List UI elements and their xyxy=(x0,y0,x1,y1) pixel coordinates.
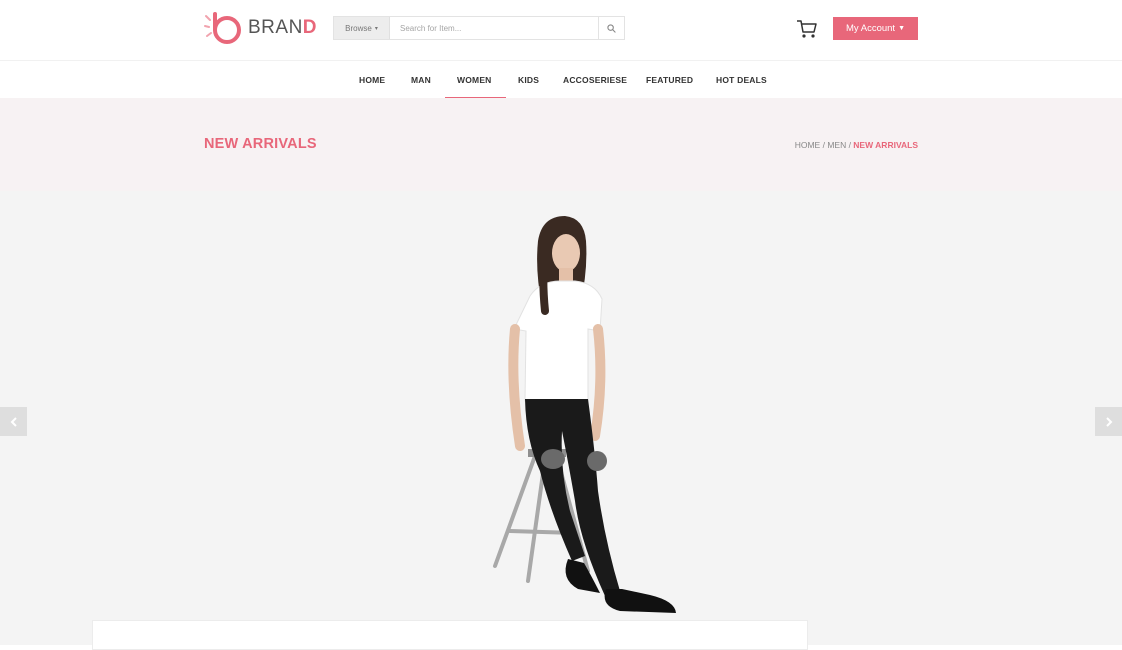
brand-logo[interactable]: BRAND xyxy=(204,10,317,46)
my-account-label: My Account xyxy=(845,23,896,34)
browse-label: Browse xyxy=(345,23,372,33)
nav-item-home[interactable]: HOME xyxy=(359,61,385,99)
nav-item-women[interactable]: WOMEN xyxy=(457,61,492,99)
breadcrumb-men[interactable]: MEN xyxy=(827,140,846,150)
main-nav: HOME MAN WOMEN KIDS ACCOSERIESE FEATURED… xyxy=(0,60,1122,99)
caret-down-icon: ▼ xyxy=(898,25,906,32)
brand-logo-icon xyxy=(204,12,241,44)
breadcrumb-home[interactable]: HOME xyxy=(795,140,821,150)
my-account-button[interactable]: My Account ▼ xyxy=(833,17,918,40)
top-bar: BRAND Browse ▾ My Account ▼ xyxy=(0,0,1122,60)
model-photo xyxy=(493,216,676,613)
nav-item-man[interactable]: MAN xyxy=(411,61,431,99)
search-input[interactable] xyxy=(390,17,598,39)
slider-prev-button[interactable] xyxy=(0,407,27,436)
slider-next-button[interactable] xyxy=(1095,407,1122,436)
browse-dropdown[interactable]: Browse ▾ xyxy=(334,17,390,39)
nav-item-featured[interactable]: FEATURED xyxy=(646,61,693,99)
nav-item-accessories[interactable]: ACCOSERIESE xyxy=(563,61,627,99)
chevron-right-icon xyxy=(1105,416,1112,427)
product-slider xyxy=(0,191,1122,650)
nav-item-hot-deals[interactable]: HOT DEALS xyxy=(716,61,767,99)
page-header-banner: NEW ARRIVALS HOME / MEN / NEW ARRIVALS xyxy=(0,98,1122,192)
search-button[interactable] xyxy=(598,17,624,39)
content-card xyxy=(92,620,808,650)
brand-logo-text: BRAND xyxy=(248,17,318,38)
chevron-down-icon: ▾ xyxy=(374,25,378,32)
breadcrumb: HOME / MEN / NEW ARRIVALS xyxy=(795,140,918,150)
search-icon xyxy=(607,23,616,33)
chevron-left-icon xyxy=(10,416,17,427)
nav-item-kids[interactable]: KIDS xyxy=(518,61,539,99)
page-title: NEW ARRIVALS xyxy=(204,136,317,152)
cart-icon[interactable] xyxy=(795,16,819,40)
breadcrumb-current: NEW ARRIVALS xyxy=(853,140,918,150)
search-bar: Browse ▾ xyxy=(333,16,625,40)
